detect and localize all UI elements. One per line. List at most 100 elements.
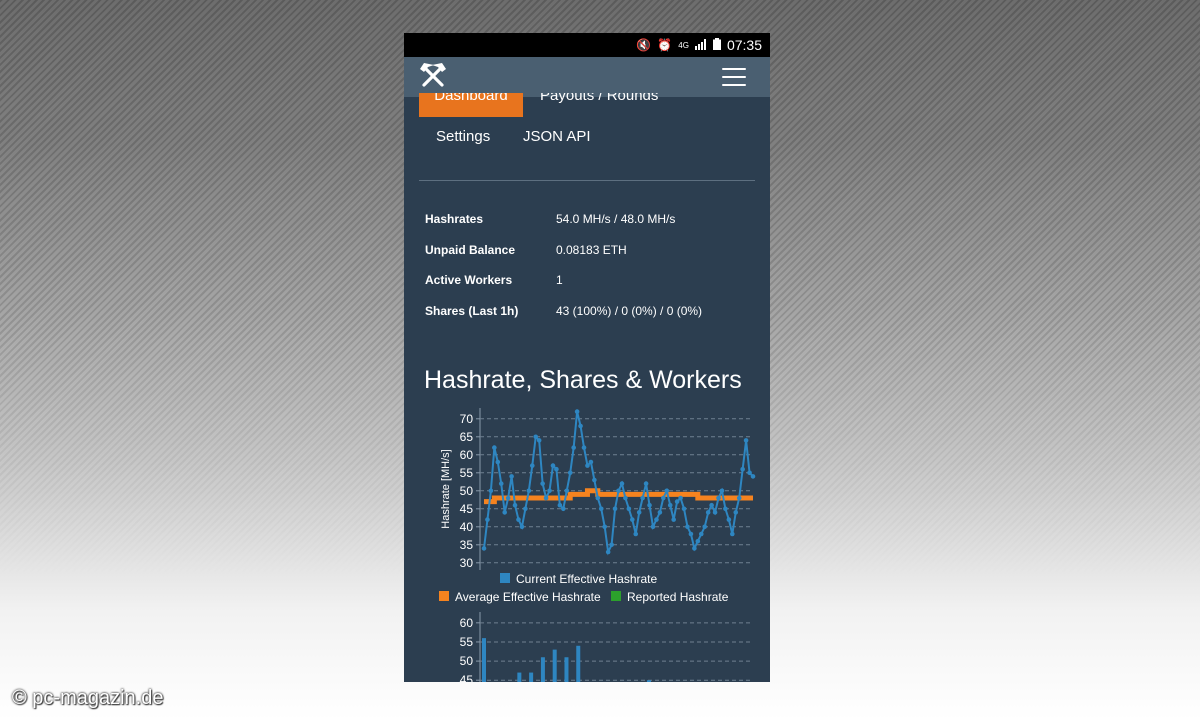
data-point xyxy=(571,445,576,450)
data-point xyxy=(695,538,701,544)
data-point xyxy=(629,517,635,522)
data-point xyxy=(647,502,652,508)
data-point xyxy=(681,506,687,512)
data-point xyxy=(740,466,745,472)
data-point xyxy=(636,510,642,515)
data-point xyxy=(509,474,514,479)
data-point xyxy=(605,549,611,555)
data-point xyxy=(619,481,625,486)
data-point xyxy=(705,510,711,515)
legend-swatch xyxy=(611,591,621,601)
stat-value: 0.08183 ETH xyxy=(556,243,627,257)
phone-screen: 🔇 ⏰ 4G 07:35 Dashboard Payouts / Rounds … xyxy=(404,33,770,682)
legend-swatch xyxy=(439,591,449,601)
data-point xyxy=(598,506,604,512)
data-point xyxy=(719,488,725,494)
section-title: Hashrate, Shares & Workers xyxy=(424,366,742,394)
current-hashrate-line xyxy=(483,411,754,556)
data-point xyxy=(747,470,752,476)
data-point xyxy=(595,495,601,501)
data-point xyxy=(743,438,749,443)
data-point xyxy=(529,463,535,468)
legend-label: Reported Hashrate xyxy=(627,590,729,604)
data-point xyxy=(543,495,549,501)
shares-chart: 4045505560 xyxy=(460,612,753,682)
nav-item-payouts[interactable]: Payouts / Rounds xyxy=(540,93,658,105)
y-tick-label: 45 xyxy=(460,502,474,516)
data-point xyxy=(640,495,645,501)
data-point xyxy=(512,502,518,508)
nav-divider xyxy=(419,180,755,181)
data-point xyxy=(609,542,614,548)
y-tick-label: 35 xyxy=(460,538,474,552)
share-bar xyxy=(576,645,581,682)
data-point xyxy=(602,524,608,530)
data-point xyxy=(550,463,556,468)
main-nav: Dashboard Payouts / Rounds Settings JSON… xyxy=(404,93,770,216)
network-label: 4G xyxy=(678,40,689,50)
y-tick-label: 55 xyxy=(460,466,474,480)
data-point xyxy=(567,470,573,476)
data-point xyxy=(678,495,683,501)
share-bar xyxy=(529,672,534,682)
share-bar xyxy=(540,657,545,682)
data-point xyxy=(502,510,507,515)
data-point xyxy=(626,506,632,512)
data-point xyxy=(533,434,539,440)
y-tick-label: 50 xyxy=(460,484,474,498)
data-point xyxy=(709,502,714,508)
y-tick-label: 55 xyxy=(460,635,474,649)
hamburger-menu-icon[interactable] xyxy=(722,68,746,86)
nav-item-json-api[interactable]: JSON API xyxy=(523,128,591,145)
data-point xyxy=(688,531,694,537)
y-axis-label: Hashrate [MH/s] xyxy=(440,449,452,528)
data-point xyxy=(654,517,659,522)
data-point xyxy=(612,506,618,512)
data-point xyxy=(540,481,545,486)
legend-label: Current Effective Hashrate xyxy=(516,572,658,586)
data-point xyxy=(578,423,583,429)
data-point xyxy=(661,495,666,501)
mute-icon: 🔇 xyxy=(636,38,652,52)
mining-logo-icon[interactable] xyxy=(418,60,448,95)
data-point xyxy=(547,488,552,494)
status-bar: 🔇 ⏰ 4G 07:35 xyxy=(404,33,770,57)
data-point xyxy=(616,488,621,494)
data-point xyxy=(554,466,559,472)
data-point xyxy=(492,445,497,450)
data-point xyxy=(733,510,739,515)
legend-swatch xyxy=(500,573,510,583)
data-point xyxy=(592,477,597,483)
nav-item-dashboard[interactable]: Dashboard xyxy=(419,93,523,117)
data-point xyxy=(574,409,580,414)
y-tick-label: 45 xyxy=(460,673,474,682)
data-point xyxy=(723,506,728,512)
data-point xyxy=(702,524,708,530)
data-point xyxy=(585,463,590,468)
data-point xyxy=(516,517,521,522)
battery-icon xyxy=(712,37,721,53)
data-point xyxy=(650,524,656,530)
data-point xyxy=(498,481,504,486)
nav-item-settings[interactable]: Settings xyxy=(436,128,490,145)
stat-label: Hashrates xyxy=(425,212,484,226)
data-point xyxy=(519,524,525,530)
data-point xyxy=(736,495,742,501)
y-tick-label: 40 xyxy=(460,520,474,534)
watermark: © pc-magazin.de xyxy=(12,687,164,709)
data-point xyxy=(505,495,511,501)
legend-label: Average Effective Hashrate xyxy=(455,590,601,604)
stat-label: Shares (Last 1h) xyxy=(425,304,519,318)
data-point xyxy=(712,510,718,515)
share-bar xyxy=(564,657,569,682)
y-tick-label: 70 xyxy=(460,412,474,426)
share-bar xyxy=(552,649,557,682)
data-point xyxy=(564,488,570,494)
data-point xyxy=(750,474,756,479)
signal-icon xyxy=(694,38,707,53)
data-point xyxy=(692,546,697,551)
data-point xyxy=(623,495,628,501)
data-point xyxy=(716,495,721,501)
stat-label: Unpaid Balance xyxy=(425,243,516,257)
share-bar xyxy=(646,680,651,682)
